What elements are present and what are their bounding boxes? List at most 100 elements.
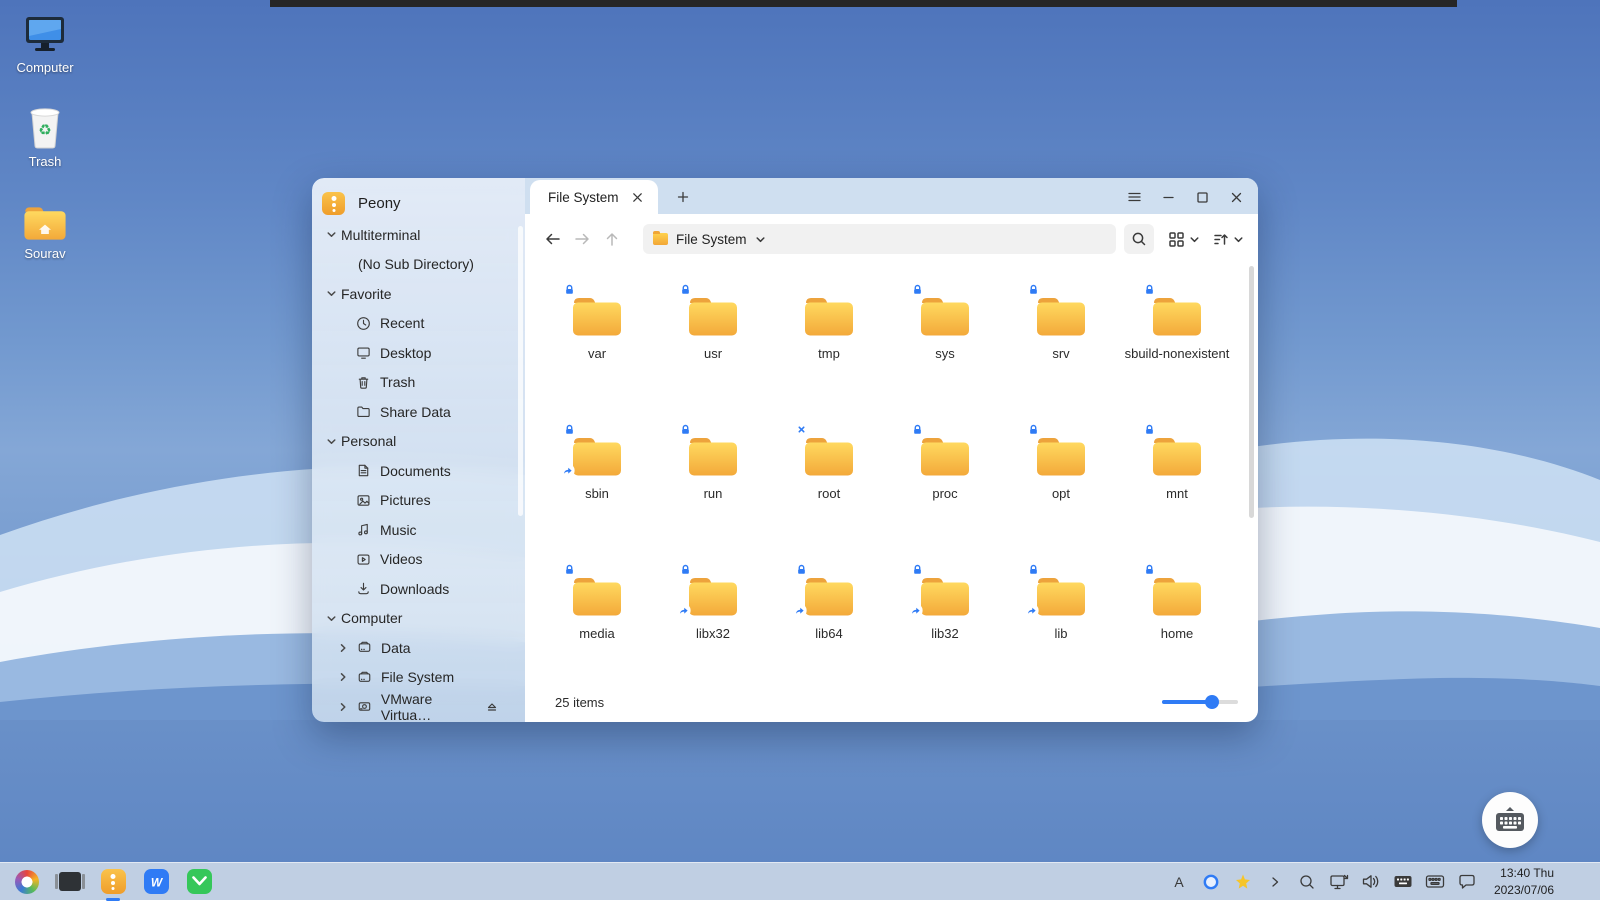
desktop-icon-computer[interactable]: Computer xyxy=(5,14,85,75)
sort-group[interactable] xyxy=(1212,231,1244,248)
file-item[interactable]: tmp xyxy=(771,286,887,426)
chevron-right-icon[interactable] xyxy=(338,672,350,682)
sidebar-header: Peony xyxy=(312,186,525,220)
sidebar-item-desktop[interactable]: Desktop xyxy=(312,338,525,368)
file-item[interactable]: sys xyxy=(887,286,1003,426)
desktop-icon-label: Computer xyxy=(16,60,73,75)
file-item[interactable]: libx32 xyxy=(655,566,771,706)
forward-button[interactable] xyxy=(569,226,595,252)
sidebar-item-share-data[interactable]: Share Data xyxy=(312,397,525,427)
desktop-icon-sourav[interactable]: Sourav xyxy=(5,202,85,261)
sort-icon[interactable] xyxy=(1212,231,1229,248)
taskbar-clock[interactable]: 13:40 Thu 2023/07/06 xyxy=(1494,865,1554,897)
chevron-down-icon[interactable] xyxy=(326,436,338,447)
folder-icon xyxy=(569,572,625,618)
file-item[interactable]: root xyxy=(771,426,887,566)
clock-time: 13:40 Thu xyxy=(1494,865,1554,881)
wps-office-app-icon[interactable]: W xyxy=(143,869,169,895)
sidebar-item-file-system[interactable]: File System xyxy=(312,663,525,693)
content-scrollbar[interactable] xyxy=(1249,266,1254,518)
expand-chevron-icon[interactable] xyxy=(1264,871,1286,893)
chevron-down-icon[interactable] xyxy=(326,613,338,624)
sidebar-item-no-sub-directory[interactable]: (No Sub Directory) xyxy=(312,250,525,280)
network-icon[interactable] xyxy=(1328,871,1350,893)
sidebar-section-personal[interactable]: Personal xyxy=(312,427,525,457)
monitor-icon xyxy=(356,345,371,360)
messages-icon[interactable] xyxy=(1456,871,1478,893)
sidebar-item-music[interactable]: Music xyxy=(312,515,525,545)
file-label: mnt xyxy=(1166,485,1188,503)
file-item[interactable]: proc xyxy=(887,426,1003,566)
sidebar-item-documents[interactable]: Documents xyxy=(312,456,525,486)
zoom-slider[interactable] xyxy=(1162,695,1238,709)
file-item[interactable]: home xyxy=(1119,566,1235,706)
trash-icon xyxy=(356,375,371,390)
keyboard-dark-icon[interactable] xyxy=(1392,871,1414,893)
menu-icon[interactable] xyxy=(1122,185,1146,209)
zoom-slider-handle[interactable] xyxy=(1205,695,1219,709)
file-item[interactable]: opt xyxy=(1003,426,1119,566)
browser-app-icon[interactable] xyxy=(14,869,40,895)
file-item[interactable]: var xyxy=(539,286,655,426)
desktop-icon-trash[interactable]: ♻ Trash xyxy=(5,106,85,169)
chevron-down-icon[interactable] xyxy=(755,234,766,245)
chevron-down-icon[interactable] xyxy=(326,288,338,299)
sidebar-item-vmware-virtual[interactable]: VMware Virtua… xyxy=(312,692,525,722)
chevron-down-icon[interactable] xyxy=(1233,234,1244,245)
chevron-down-icon[interactable] xyxy=(326,229,338,240)
sidebar-scrollbar[interactable] xyxy=(518,226,523,516)
file-item[interactable]: srv xyxy=(1003,286,1119,426)
chevron-right-icon[interactable] xyxy=(338,702,350,712)
file-item[interactable]: mnt xyxy=(1119,426,1235,566)
sidebar-item-downloads[interactable]: Downloads xyxy=(312,574,525,604)
sidebar-section-multiterminal[interactable]: Multiterminal xyxy=(312,220,525,250)
back-button[interactable] xyxy=(539,226,565,252)
file-item[interactable]: sbuild-nonexistent xyxy=(1119,286,1235,426)
tab-file-system[interactable]: File System xyxy=(530,180,658,214)
peony-app-icon[interactable] xyxy=(100,869,126,895)
drive-icon xyxy=(357,640,372,655)
tab-close-icon[interactable] xyxy=(626,186,648,208)
desktop-icon-label: Trash xyxy=(29,154,62,169)
view-mode-group[interactable] xyxy=(1168,231,1200,248)
sidebar-item-pictures[interactable]: Pictures xyxy=(312,486,525,516)
search-button[interactable] xyxy=(1124,224,1154,254)
security-center-icon[interactable] xyxy=(1200,871,1222,893)
multiterminal-app-icon[interactable] xyxy=(57,869,83,895)
chevron-down-icon[interactable] xyxy=(1189,234,1200,245)
sidebar-item-data[interactable]: Data xyxy=(312,633,525,663)
file-item[interactable]: lib xyxy=(1003,566,1119,706)
desktop-icon-label: Sourav xyxy=(24,246,65,261)
up-button[interactable] xyxy=(599,226,625,252)
taskbar: W A 13:40 Thu 2023/07/06 xyxy=(0,862,1600,900)
sidebar-item-trash[interactable]: Trash xyxy=(312,368,525,398)
close-button[interactable] xyxy=(1224,185,1248,209)
file-item[interactable]: run xyxy=(655,426,771,566)
sidebar-item-videos[interactable]: Videos xyxy=(312,545,525,575)
input-method-icon[interactable]: A xyxy=(1168,871,1190,893)
volume-icon[interactable] xyxy=(1360,871,1382,893)
file-label: lib xyxy=(1054,625,1067,643)
file-item[interactable]: lib32 xyxy=(887,566,1003,706)
file-item[interactable]: lib64 xyxy=(771,566,887,706)
virtual-keyboard-icon[interactable] xyxy=(1424,871,1446,893)
file-label: lib64 xyxy=(815,625,842,643)
file-item[interactable]: usr xyxy=(655,286,771,426)
virtual-keyboard-fab[interactable] xyxy=(1482,792,1538,848)
address-bar[interactable]: File System xyxy=(643,224,1116,254)
search-icon[interactable] xyxy=(1296,871,1318,893)
sidebar-section-favorite[interactable]: Favorite xyxy=(312,279,525,309)
taskbar-tray: A 13:40 Thu 2023/07/06 xyxy=(1168,865,1600,897)
file-item[interactable]: sbin xyxy=(539,426,655,566)
eject-icon[interactable] xyxy=(486,701,507,713)
brightness-star-icon[interactable] xyxy=(1232,871,1254,893)
maximize-button[interactable] xyxy=(1190,185,1214,209)
grid-view-icon[interactable] xyxy=(1168,231,1185,248)
sidebar-item-recent[interactable]: Recent xyxy=(312,309,525,339)
chevron-right-icon[interactable] xyxy=(338,643,350,653)
new-tab-button[interactable] xyxy=(672,186,694,208)
sidebar-section-computer[interactable]: Computer xyxy=(312,604,525,634)
minimize-button[interactable] xyxy=(1156,185,1180,209)
file-item[interactable]: media xyxy=(539,566,655,706)
mail-app-icon[interactable] xyxy=(186,869,212,895)
